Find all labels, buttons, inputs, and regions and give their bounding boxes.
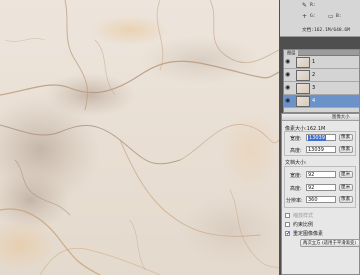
layer-thumbnail (296, 57, 310, 68)
doc-width-unit-select[interactable]: 厘米 (339, 171, 353, 178)
scale-styles-label: 缩放样式 (293, 213, 314, 219)
layer-name: 2 (312, 72, 316, 78)
resolution-label: 分辨率: (286, 198, 303, 204)
layer-name: 1 (312, 59, 316, 65)
doc-height-label: 高度: (290, 186, 302, 192)
resolution-unit-select[interactable]: 像素 (339, 196, 353, 203)
resample-checkbox[interactable]: ✔ (285, 231, 290, 237)
info-r-label: R: (310, 3, 316, 8)
doc-height-input[interactable]: 92 (306, 184, 336, 191)
image-size-dialog: 图像大小 像素大小:162.1M 宽度: 13039 像素 高度: 13039 … (281, 113, 360, 275)
eye-icon[interactable]: ◉ (285, 59, 291, 65)
scale-styles-checkbox[interactable] (285, 213, 290, 218)
info-b-label: B: (336, 14, 342, 19)
height-input[interactable]: 13039 (306, 146, 336, 153)
layer-name: 4 (312, 98, 316, 104)
layers-panel: 图层 ◉ 1 ◉ 2 ◉ 3 ◉ 4 (283, 49, 360, 113)
resample-label: 重定图像像素 (293, 231, 324, 237)
height-label: 高度: (290, 148, 302, 154)
eyedropper-icon: ✎ (302, 2, 308, 9)
width-label: 宽度: (290, 136, 302, 142)
layer-name: 3 (312, 85, 316, 91)
layer-thumbnail (296, 96, 310, 107)
resolution-input[interactable]: 360 (306, 196, 336, 203)
layer-row-2[interactable]: ◉ 2 (284, 69, 359, 82)
document-size-label: 文档大小: (285, 160, 307, 166)
width-unit-select[interactable]: 像素 (339, 134, 353, 141)
height-unit-select[interactable]: 像素 (339, 146, 353, 153)
document-canvas[interactable] (0, 0, 279, 275)
layer-row-3[interactable]: ◉ 3 (284, 82, 359, 95)
constrain-proportions-checkbox[interactable] (285, 222, 290, 227)
doc-width-input[interactable]: 92 (306, 171, 336, 178)
layer-row-1[interactable]: ◉ 1 (284, 56, 359, 69)
layer-thumbnail (296, 83, 310, 94)
doc-height-unit-select[interactable]: 厘米 (339, 184, 353, 191)
eye-icon[interactable]: ◉ (285, 72, 291, 78)
width-input[interactable]: 13039 (306, 134, 336, 141)
doc-width-label: 宽度: (290, 173, 302, 179)
eye-icon[interactable]: ◉ (285, 85, 291, 91)
layer-row-4[interactable]: ◉ 4 (284, 95, 359, 108)
marble-texture-image (0, 0, 279, 275)
info-file-size: 文档:162.1M/648.6M (302, 28, 350, 33)
layer-thumbnail (296, 70, 310, 81)
info-x-label: G: (310, 14, 316, 19)
info-panel: ✎ R: + G: ▭ B: 文档:162.1M/648.6M (280, 0, 360, 37)
constrain-proportions-label: 约束比例 (293, 222, 314, 228)
eye-icon[interactable]: ◉ (285, 98, 291, 104)
dialog-title: 图像大小 (282, 114, 359, 121)
marquee-icon: ▭ (328, 13, 334, 20)
resample-method-select[interactable]: 两次立方 (适用于平滑渐变) (300, 239, 360, 247)
crosshair-icon: + (302, 13, 308, 20)
